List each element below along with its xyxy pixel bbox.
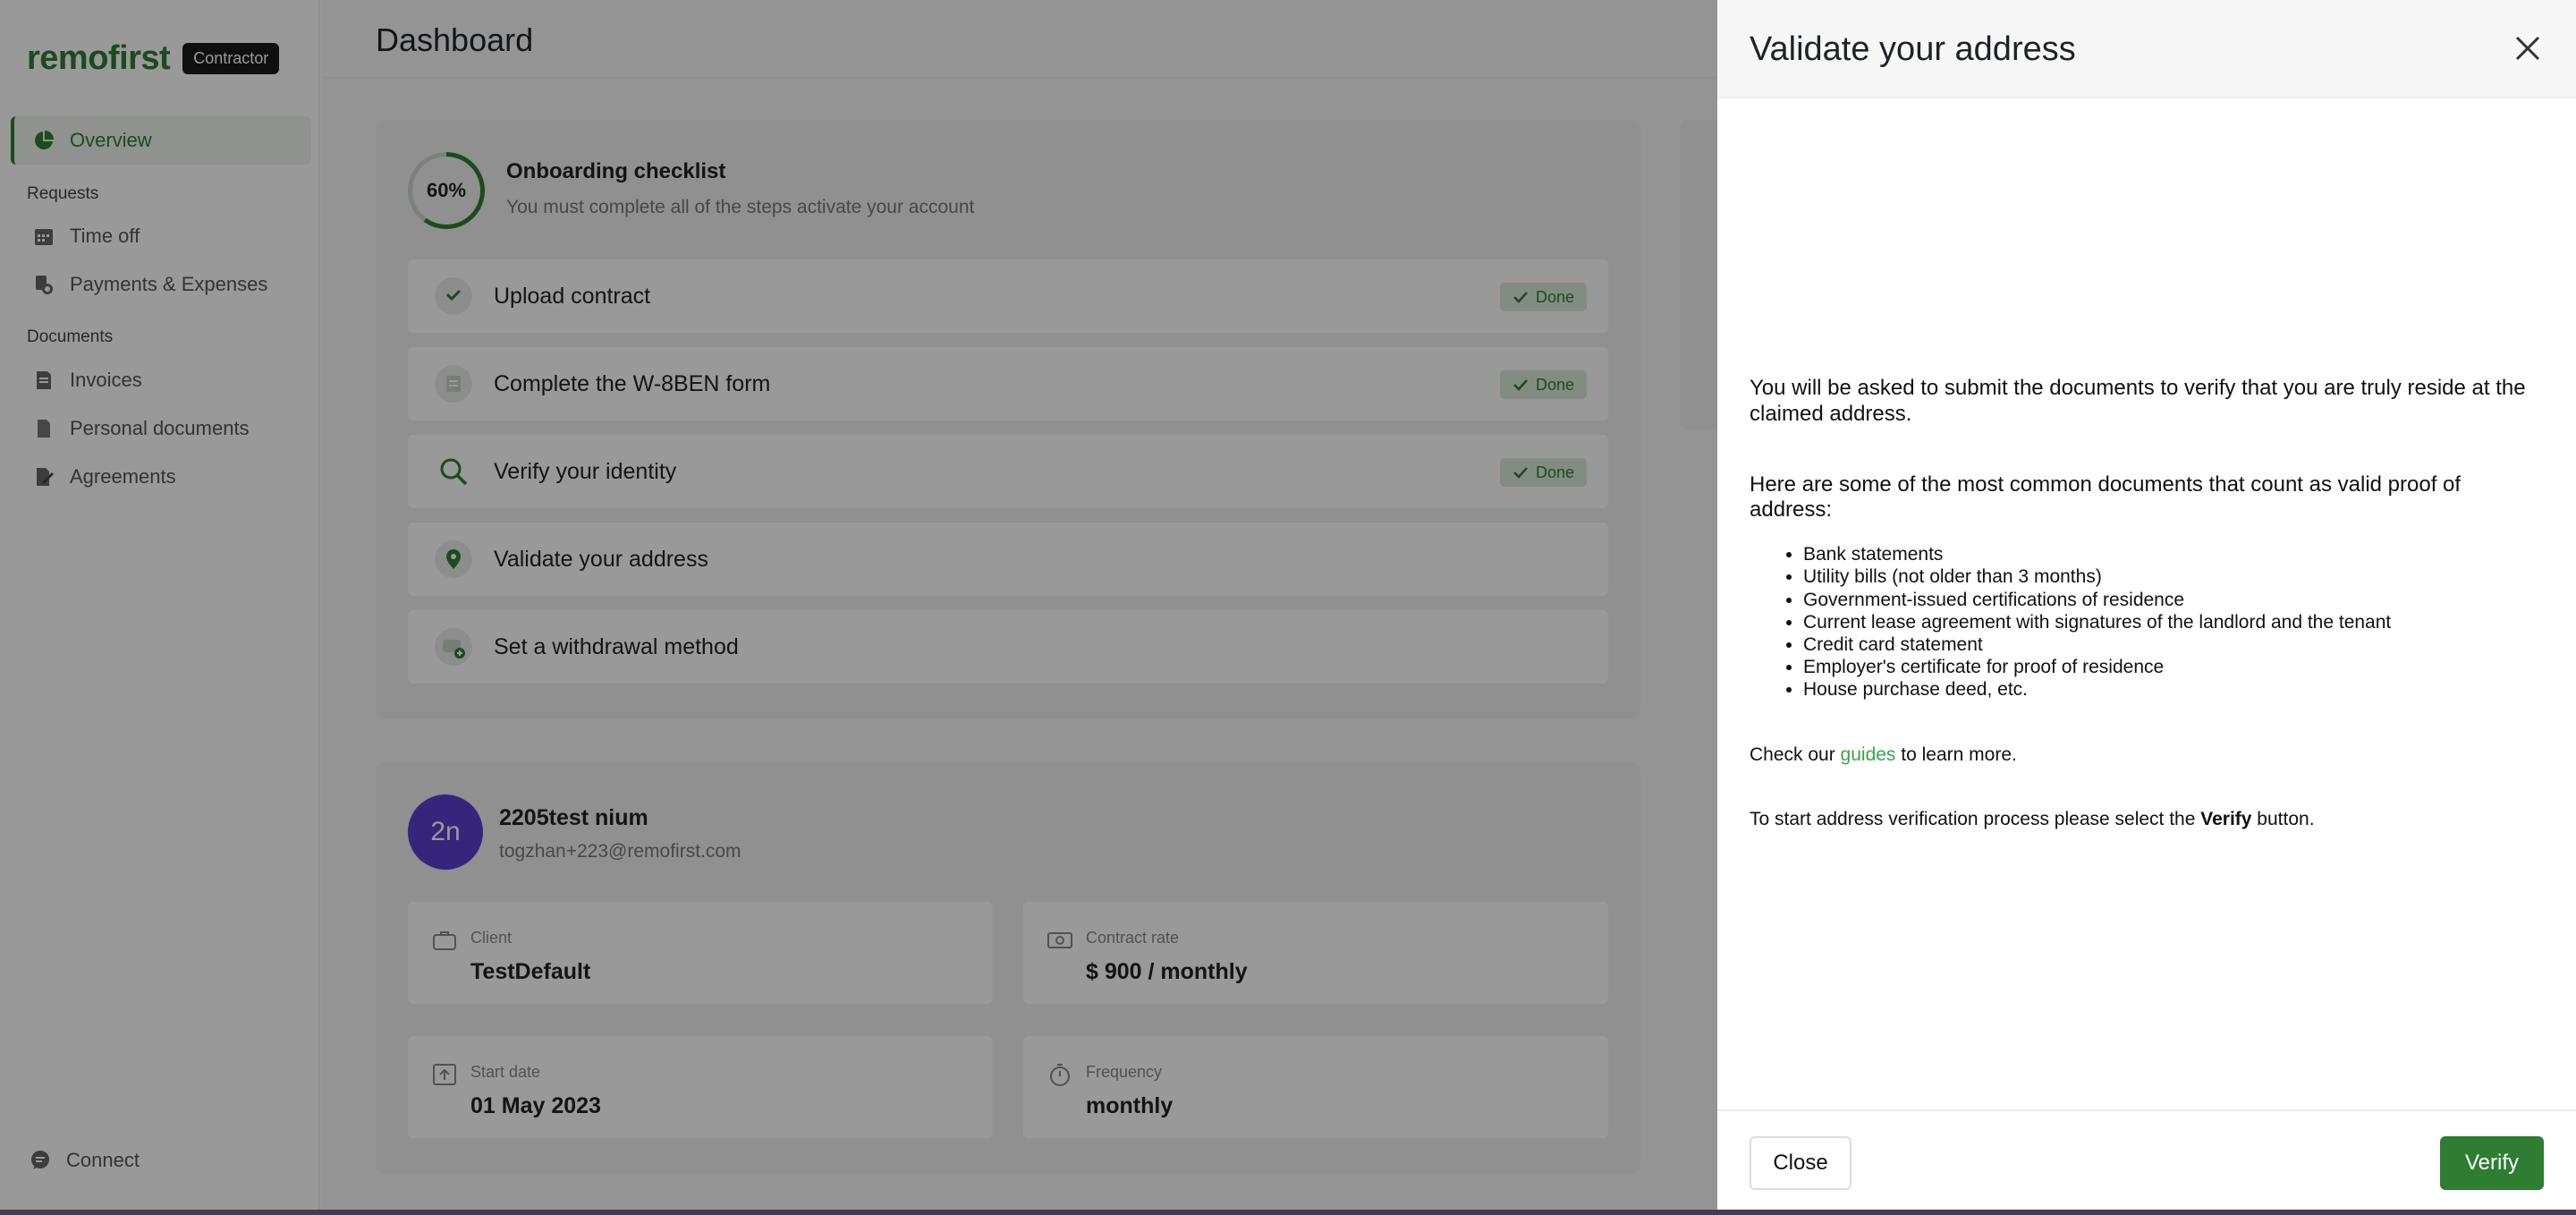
start-suffix: button.: [2251, 808, 2315, 829]
drawer-footer: Close Verify: [1717, 1109, 2576, 1210]
guides-text: Check our guides to learn more.: [1750, 744, 2546, 766]
start-verification-text: To start address verification process pl…: [1750, 809, 2546, 830]
list-item: House purchase deed, etc.: [1803, 678, 2546, 701]
close-icon[interactable]: [2512, 32, 2544, 64]
guides-link[interactable]: guides: [1841, 744, 1896, 765]
start-prefix: To start address verification process pl…: [1750, 808, 2201, 829]
list-item: Current lease agreement with signatures …: [1803, 611, 2546, 633]
modal-backdrop[interactable]: [0, 0, 1717, 1210]
close-button[interactable]: Close: [1750, 1136, 1852, 1190]
drawer-header: Validate your address: [1717, 0, 2576, 98]
drawer-title: Validate your address: [1750, 30, 2076, 68]
list-item: Government-issued certifications of resi…: [1803, 589, 2546, 611]
verify-bold: Verify: [2200, 808, 2252, 829]
verify-button[interactable]: Verify: [2440, 1136, 2544, 1190]
validate-address-drawer: Validate your address You will be asked …: [1717, 0, 2576, 1210]
guides-prefix: Check our: [1750, 743, 1841, 765]
documents-heading: Here are some of the most common documen…: [1750, 472, 2462, 523]
intro-text: You will be asked to submit the document…: [1750, 376, 2526, 426]
app-window: remofirst Contractor Overview Requests T…: [0, 0, 2576, 1210]
documents-list: Bank statements Utility bills (not older…: [1750, 543, 2546, 701]
drawer-body: You will be asked to submit the document…: [1750, 376, 2546, 830]
list-item: Employer's certificate for proof of resi…: [1803, 656, 2546, 678]
list-item: Utility bills (not older than 3 months): [1803, 565, 2546, 588]
guides-suffix: to learn more.: [1895, 743, 2017, 765]
list-item: Credit card statement: [1803, 633, 2546, 656]
list-item: Bank statements: [1803, 543, 2546, 565]
